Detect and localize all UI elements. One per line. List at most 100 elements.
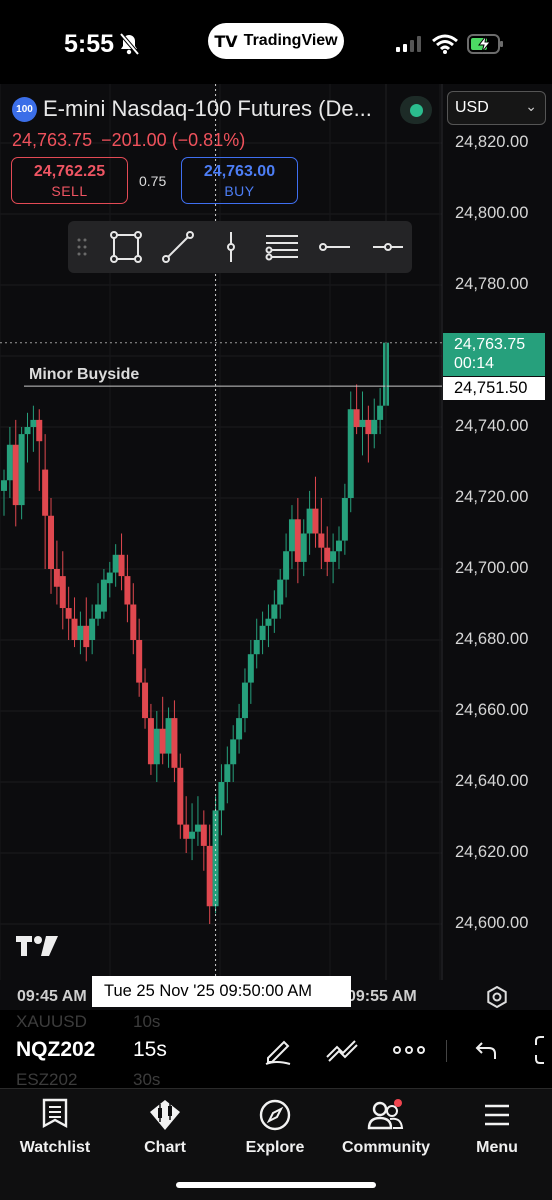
ghost-interval-below: 30s bbox=[133, 1070, 161, 1088]
candle-body bbox=[165, 718, 172, 754]
last-price-tag-value: 24,763.75 bbox=[454, 336, 526, 353]
candle-body bbox=[124, 576, 131, 605]
nav-explore[interactable]: Explore bbox=[220, 1097, 330, 1157]
bar-countdown: 00:14 bbox=[454, 355, 495, 372]
candle-body bbox=[53, 569, 60, 587]
candle-body bbox=[106, 572, 113, 584]
app-pill-label: TradingView bbox=[243, 32, 338, 49]
drag-handle-icon[interactable] bbox=[72, 229, 92, 265]
currency-value: USD bbox=[455, 99, 489, 116]
sell-button[interactable]: 24,762.25 SELL bbox=[11, 157, 128, 204]
currency-select[interactable]: USD ⌄ bbox=[447, 91, 546, 125]
candle-body bbox=[294, 519, 301, 562]
trend-line-icon[interactable] bbox=[158, 229, 198, 265]
price-axis-label: 24,640.00 bbox=[455, 772, 529, 790]
more-options-icon[interactable] bbox=[391, 1032, 427, 1068]
candle-body bbox=[71, 618, 78, 640]
candle-body bbox=[118, 554, 125, 577]
candle-body bbox=[136, 640, 143, 683]
candle-body bbox=[283, 551, 290, 580]
candle-body bbox=[377, 405, 384, 420]
nav-label-chart: Chart bbox=[144, 1139, 186, 1156]
candle-body bbox=[224, 764, 231, 782]
symbol-interval-picker[interactable]: XAUUSD 10s NQZ202 15s ESZ202 30s bbox=[0, 1010, 552, 1088]
tradingview-watermark-icon[interactable] bbox=[16, 936, 58, 958]
tradingview-logo-icon: TV bbox=[214, 31, 238, 51]
candle-body bbox=[288, 519, 295, 552]
undo-icon[interactable] bbox=[468, 1032, 504, 1068]
market-open-indicator-icon[interactable] bbox=[400, 96, 432, 124]
indicators-icon[interactable] bbox=[324, 1032, 360, 1068]
level-label[interactable]: Minor Buyside bbox=[29, 366, 139, 384]
wifi-icon bbox=[432, 34, 458, 54]
ghost-symbol-above: XAUUSD bbox=[16, 1012, 87, 1031]
candle-body bbox=[77, 625, 84, 640]
instrument-header[interactable]: 100 E-mini Nasdaq-100 Futures (De... bbox=[12, 96, 372, 122]
picker-divider bbox=[446, 1040, 447, 1062]
candle-body bbox=[335, 540, 342, 552]
candle-body bbox=[159, 728, 166, 754]
pencil-draw-icon[interactable] bbox=[260, 1032, 296, 1068]
price-axis-label: 24,720.00 bbox=[455, 488, 529, 506]
battery-charging-icon bbox=[467, 34, 503, 54]
menu-icon bbox=[485, 1104, 509, 1126]
nav-chart[interactable]: Chart bbox=[110, 1097, 220, 1157]
candle-body bbox=[236, 718, 243, 740]
price-axis-label: 24,740.00 bbox=[455, 417, 529, 435]
candle-body bbox=[147, 718, 154, 765]
drawing-toolbar[interactable] bbox=[68, 221, 412, 273]
sell-price: 24,762.25 bbox=[33, 163, 106, 180]
candle-body bbox=[312, 508, 319, 534]
candle-body bbox=[83, 625, 90, 648]
candle-body bbox=[95, 604, 102, 619]
horizontal-line-icon[interactable] bbox=[368, 229, 408, 265]
horizontal-ray-icon[interactable] bbox=[315, 229, 355, 265]
nav-community[interactable]: Community bbox=[330, 1097, 442, 1157]
candle-body bbox=[359, 419, 366, 427]
sell-label: SELL bbox=[51, 183, 88, 199]
candle-body bbox=[341, 498, 348, 541]
nav-watchlist[interactable]: Watchlist bbox=[0, 1097, 110, 1157]
watchlist-icon bbox=[42, 1098, 68, 1129]
symbol-selector[interactable]: NQZ202 bbox=[16, 1038, 95, 1062]
price-axis-label: 24,780.00 bbox=[455, 275, 529, 293]
price-axis-label: 24,680.00 bbox=[455, 630, 529, 648]
price-axis-label: 24,600.00 bbox=[455, 914, 529, 932]
candle-body bbox=[130, 604, 137, 640]
candle-body bbox=[112, 554, 119, 573]
chevron-down-icon: ⌄ bbox=[525, 98, 537, 114]
candle-body bbox=[230, 739, 237, 765]
rectangle-icon[interactable] bbox=[106, 229, 146, 265]
nav-label-watchlist: Watchlist bbox=[19, 1139, 91, 1156]
home-indicator[interactable] bbox=[176, 1182, 376, 1188]
price-axis-label: 24,800.00 bbox=[455, 204, 529, 222]
level-price-tag: 24,751.50 bbox=[443, 377, 545, 400]
nav-label-explore: Explore bbox=[245, 1139, 305, 1156]
candle-body bbox=[183, 824, 190, 839]
instrument-name[interactable]: E-mini Nasdaq-100 Futures (De... bbox=[43, 96, 372, 122]
candle-body bbox=[89, 618, 96, 640]
candle-body bbox=[371, 419, 378, 435]
price-axis-label: 24,660.00 bbox=[455, 701, 529, 719]
candle-body bbox=[12, 444, 19, 506]
candle-body bbox=[48, 515, 55, 569]
candle-body bbox=[353, 409, 360, 427]
horizontal-lines-icon[interactable] bbox=[262, 229, 302, 265]
nav-menu[interactable]: Menu bbox=[442, 1097, 552, 1157]
candle-body bbox=[271, 604, 278, 619]
buy-button[interactable]: 24,763.00 BUY bbox=[181, 157, 298, 204]
candle-body bbox=[253, 640, 260, 655]
candle-body bbox=[206, 845, 213, 907]
chart-settings-icon[interactable] bbox=[486, 986, 508, 1008]
candle-body bbox=[330, 551, 337, 562]
price-change: −201.00 (−0.81%) bbox=[101, 130, 246, 150]
clock: 5:55 bbox=[64, 30, 115, 58]
compass-icon bbox=[259, 1099, 291, 1131]
fullscreen-icon[interactable] bbox=[528, 1032, 552, 1068]
candle-body bbox=[300, 533, 307, 562]
vertical-line-icon[interactable] bbox=[211, 229, 251, 265]
app-pill[interactable]: TV TradingView bbox=[208, 23, 344, 59]
candle-body bbox=[59, 576, 66, 609]
interval-selector[interactable]: 15s bbox=[133, 1038, 167, 1062]
candle-body bbox=[218, 782, 225, 811]
